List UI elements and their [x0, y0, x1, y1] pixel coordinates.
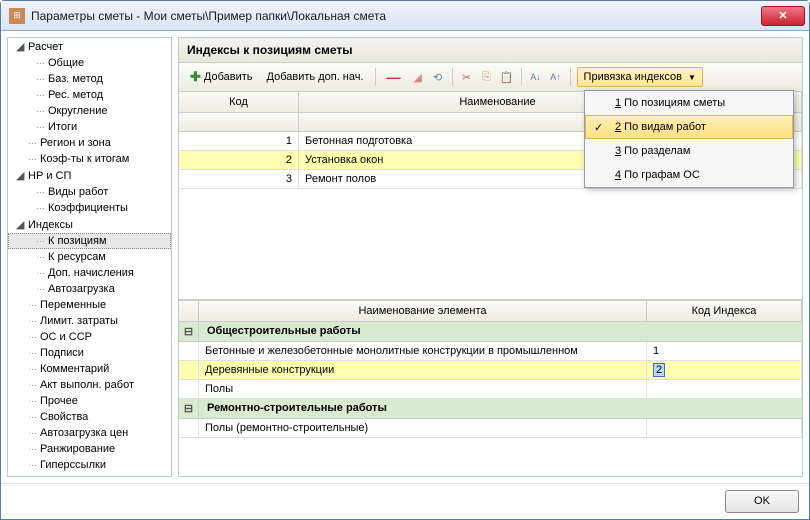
- list-item[interactable]: Деревянные конструкции2: [179, 361, 802, 380]
- binding-menu: 1 По позициям сметы✓2 По видам работ3 По…: [584, 90, 794, 188]
- toolbar: ✚Добавить Добавить доп. нач. — ◢ ⟲ ✂ ⎘ 📋…: [179, 63, 802, 92]
- footer: OK: [1, 483, 809, 519]
- tree-item[interactable]: ⋯Комментарий: [8, 361, 171, 377]
- tree-item[interactable]: ◢НР и СП: [8, 167, 171, 184]
- list-item[interactable]: Бетонные и железобетонные монолитные кон…: [179, 342, 802, 361]
- tree-item[interactable]: ⋯Свойства: [8, 409, 171, 425]
- check-icon: ✓: [594, 121, 603, 134]
- tree-item[interactable]: ⋯К ресурсам: [8, 249, 171, 265]
- chevron-down-icon: ▼: [688, 73, 696, 82]
- menu-item[interactable]: 4 По графам ОС: [585, 163, 793, 187]
- elements-grid[interactable]: Наименование элемента Код Индекса ⊟Общес…: [179, 300, 802, 438]
- collapse-icon[interactable]: ⊟: [179, 399, 199, 418]
- tree-item[interactable]: ⋯Виды работ: [8, 184, 171, 200]
- code-input[interactable]: 2: [653, 363, 665, 377]
- tree-item[interactable]: ⋯Переменные: [8, 297, 171, 313]
- titlebar: ⊞ Параметры сметы - Мои сметы\Пример пап…: [1, 1, 809, 31]
- menu-item[interactable]: 1 По позициям сметы: [585, 91, 793, 115]
- tree-item[interactable]: ⋯ОС и ССР: [8, 329, 171, 345]
- col-index-code[interactable]: Код Индекса: [647, 301, 802, 322]
- add-extra-button[interactable]: Добавить доп. нач.: [262, 68, 369, 86]
- collapse-icon[interactable]: ⊟: [179, 322, 199, 341]
- tree-item[interactable]: ⋯Рес. метод: [8, 87, 171, 103]
- tree-item[interactable]: ◢Расчет: [8, 38, 171, 55]
- tree-item[interactable]: ⋯Акт выполн. работ: [8, 377, 171, 393]
- delete-button[interactable]: —: [382, 66, 406, 88]
- tree-item[interactable]: ⋯Доп. начисления: [8, 265, 171, 281]
- minus-icon: —: [387, 69, 401, 85]
- sidebar-tree[interactable]: ◢Расчет⋯Общие⋯Баз. метод⋯Рес. метод⋯Окру…: [7, 37, 172, 477]
- tree-item[interactable]: ⋯Автозагрузка: [8, 281, 171, 297]
- panel-title: Индексы к позициям сметы: [179, 38, 802, 63]
- tree-item[interactable]: ⋯Гиперссылки: [8, 457, 171, 473]
- expander-icon[interactable]: ◢: [16, 40, 26, 53]
- col-element-name[interactable]: Наименование элемента: [199, 301, 647, 322]
- group-header[interactable]: ⊟Общестроительные работы: [179, 322, 802, 342]
- tree-item[interactable]: ⋯Регион и зона: [8, 135, 171, 151]
- tree-item[interactable]: ⋯Общие: [8, 55, 171, 71]
- list-item[interactable]: Полы (ремонтно-строительные): [179, 419, 802, 438]
- col-code[interactable]: Код: [179, 92, 299, 113]
- tree-item[interactable]: ⋯Коэф-ты к итогам: [8, 151, 171, 167]
- expander-icon[interactable]: ◢: [16, 218, 26, 231]
- tree-item[interactable]: ⋯Баз. метод: [8, 71, 171, 87]
- group-header[interactable]: ⊟Ремонтно-строительные работы: [179, 399, 802, 419]
- window-title: Параметры сметы - Мои сметы\Пример папки…: [31, 9, 761, 23]
- ok-button[interactable]: OK: [725, 490, 799, 513]
- close-button[interactable]: ✕: [761, 6, 805, 26]
- tree-item[interactable]: ⋯Коэффициенты: [8, 200, 171, 216]
- add-button[interactable]: ✚Добавить: [185, 66, 258, 88]
- list-item[interactable]: Полы: [179, 380, 802, 399]
- expander-icon[interactable]: ◢: [16, 169, 26, 182]
- app-icon: ⊞: [9, 8, 25, 24]
- sort-asc-icon[interactable]: A↓: [528, 69, 544, 85]
- refresh-icon[interactable]: ⟲: [430, 69, 446, 85]
- tree-item[interactable]: ⋯Прочее: [8, 393, 171, 409]
- tree-item[interactable]: ⋯К позициям: [8, 233, 171, 249]
- tree-item[interactable]: ◢Индексы: [8, 216, 171, 233]
- paste-icon[interactable]: 📋: [499, 69, 515, 85]
- menu-item[interactable]: ✓2 По видам работ: [585, 115, 793, 139]
- tree-item[interactable]: ⋯Итоги: [8, 119, 171, 135]
- eraser-icon[interactable]: ◢: [410, 69, 426, 85]
- tree-item[interactable]: ⋯Подписи: [8, 345, 171, 361]
- plus-icon: ✚: [190, 69, 201, 85]
- cut-icon[interactable]: ✂: [459, 69, 475, 85]
- tree-item[interactable]: ⋯Округление: [8, 103, 171, 119]
- tree-item[interactable]: ⋯Автозагрузка цен: [8, 425, 171, 441]
- sort-desc-icon[interactable]: A↑: [548, 69, 564, 85]
- tree-item[interactable]: ⋯Лимит. затраты: [8, 313, 171, 329]
- tree-item[interactable]: ⋯Ранжирование: [8, 441, 171, 457]
- main-panel: Индексы к позициям сметы ✚Добавить Добав…: [178, 37, 803, 477]
- copy-icon[interactable]: ⎘: [479, 69, 495, 85]
- menu-item[interactable]: 3 По разделам: [585, 139, 793, 163]
- binding-dropdown[interactable]: Привязка индексов ▼: [577, 67, 703, 87]
